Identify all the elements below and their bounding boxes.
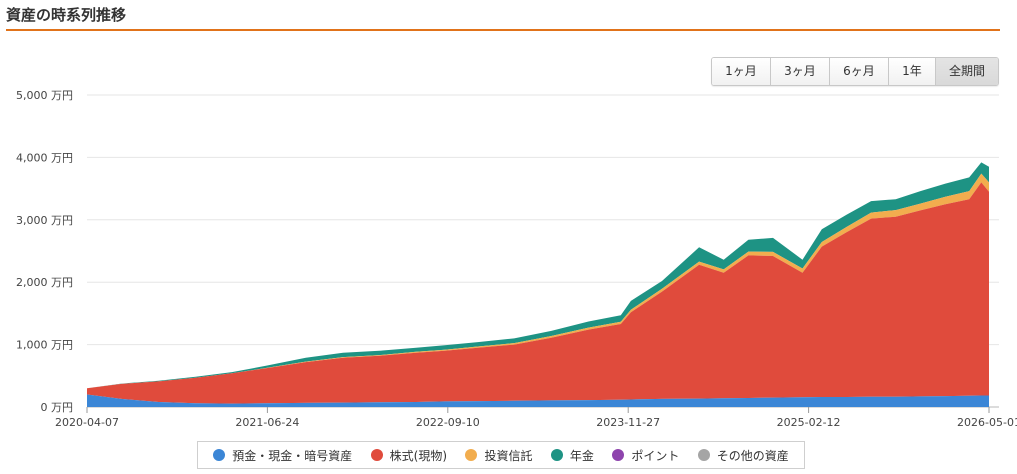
x-tick-label: 2023-11-27 xyxy=(596,416,660,429)
legend-item-deposits[interactable]: 預金・現金・暗号資産 xyxy=(213,447,352,464)
legend-dot-icon xyxy=(370,449,383,461)
y-tick-label: 2,000 万円 xyxy=(16,276,73,289)
y-tick-label: 3,000 万円 xyxy=(16,214,73,227)
legend-dot-icon xyxy=(465,449,478,461)
chart-legend: 預金・現金・暗号資産 株式(現物) 投資信託 年金 ポイント その他の資産 xyxy=(197,441,805,469)
legend-label: 預金・現金・暗号資産 xyxy=(232,448,353,463)
legend-item-pension[interactable]: 年金 xyxy=(550,447,594,464)
y-tick-label: 0 万円 xyxy=(41,401,74,414)
legend-dot-icon xyxy=(550,449,563,461)
legend-item-points[interactable]: ポイント xyxy=(612,447,679,464)
y-tick-label: 4,000 万円 xyxy=(16,151,73,164)
legend-label: ポイント xyxy=(631,448,680,463)
legend-item-funds[interactable]: 投資信託 xyxy=(465,447,532,464)
x-tick-label: 2021-06-24 xyxy=(235,416,299,429)
x-tick-label: 2022-09-10 xyxy=(416,416,480,429)
legend-dot-icon xyxy=(213,449,226,461)
legend-item-other[interactable]: その他の資産 xyxy=(697,447,789,464)
legend-item-stocks[interactable]: 株式(現物) xyxy=(370,447,448,464)
x-tick-label: 2026-05-01 xyxy=(957,416,1017,429)
legend-label: 年金 xyxy=(569,448,594,463)
legend-label: 株式(現物) xyxy=(389,448,448,463)
legend-label: その他の資産 xyxy=(716,448,789,463)
x-tick-label: 2025-02-12 xyxy=(777,416,841,429)
asset-area-chart: 0 万円 1,000 万円 2,000 万円 3,000 万円 4,000 万円 5,00… xyxy=(16,89,1017,429)
legend-dot-icon xyxy=(612,449,625,461)
x-tick-label: 2020-04-07 xyxy=(55,416,119,429)
y-tick-label: 5,000 万円 xyxy=(16,89,73,102)
legend-label: 投資信託 xyxy=(484,448,533,463)
legend-dot-icon xyxy=(697,449,710,461)
y-tick-label: 1,000 万円 xyxy=(16,339,73,352)
